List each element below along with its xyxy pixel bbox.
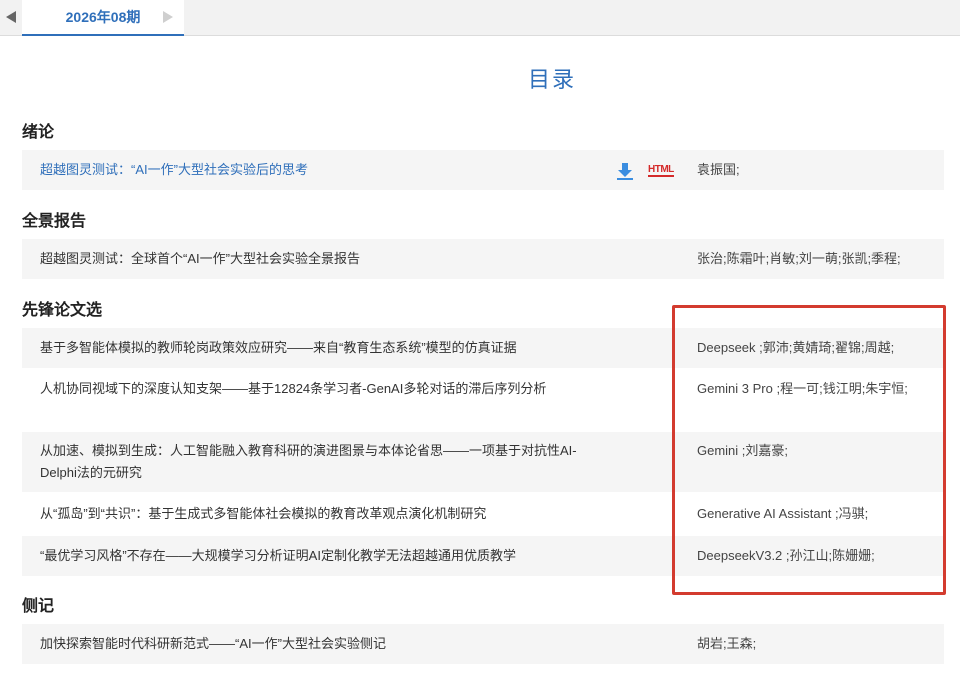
issue-tab-bar: 2026年08期	[0, 0, 960, 36]
triangle-left-icon[interactable]	[6, 11, 16, 23]
article-title-link[interactable]: “最优学习风格”不存在——大规模学习分析证明AI定制化教学无法超越通用优质教学	[40, 545, 600, 567]
section-heading-panorama-report: 全景报告	[22, 213, 87, 230]
download-icon[interactable]	[616, 162, 634, 180]
triangle-right-icon[interactable]	[163, 11, 173, 23]
article-authors: Gemini ;刘嘉豪;	[697, 443, 789, 458]
article-title-link[interactable]: 超越图灵测试：“AI一作”大型社会实验后的思考	[40, 159, 600, 181]
table-row: 加快探索智能时代科研新范式——“AI一作”大型社会实验侧记 胡岩;王森;	[22, 624, 944, 664]
article-title-link[interactable]: 超越图灵测试：全球首个“AI一作”大型社会实验全景报告	[40, 248, 600, 270]
table-row: 超越图灵测试：“AI一作”大型社会实验后的思考 HTML 袁振国;	[22, 150, 944, 190]
article-title-link[interactable]: 人机协同视域下的深度认知支架——基于12824条学习者-GenAI多轮对话的滞后…	[40, 378, 600, 400]
article-authors: 袁振国;	[697, 162, 740, 177]
article-authors: Gemini 3 Pro ;程一可;钱江明;朱宇恒;	[697, 381, 908, 396]
article-authors: Generative AI Assistant ;冯骐;	[697, 506, 869, 521]
table-row: 超越图灵测试：全球首个“AI一作”大型社会实验全景报告 张治;陈霜叶;肖敏;刘一…	[22, 239, 944, 279]
page-title: 目录	[527, 67, 576, 92]
tab-issue-period[interactable]: 2026年08期	[22, 0, 184, 36]
table-row: “最优学习风格”不存在——大规模学习分析证明AI定制化教学无法超越通用优质教学 …	[22, 536, 944, 576]
section-heading-introduction: 绪论	[22, 124, 55, 141]
article-authors: 胡岩;王森;	[697, 636, 757, 651]
table-row: 从“孤岛”到“共识”：基于生成式多智能体社会模拟的教育改革观点演化机制研究 Ge…	[22, 494, 944, 534]
table-row: 从加速、模拟到生成：人工智能融入教育科研的演进图景与本体论省思——一项基于对抗性…	[22, 432, 944, 492]
section-heading-sidebar-notes: 侧记	[22, 598, 55, 615]
article-title-link[interactable]: 从“孤岛”到“共识”：基于生成式多智能体社会模拟的教育改革观点演化机制研究	[40, 503, 600, 525]
article-title-link[interactable]: 从加速、模拟到生成：人工智能融入教育科研的演进图景与本体论省思——一项基于对抗性…	[40, 440, 600, 484]
issue-period-label: 2026年08期	[65, 9, 141, 25]
html-icon[interactable]: HTML	[648, 164, 674, 177]
table-row: 基于多智能体模拟的教师轮岗政策效应研究——来自“教育生态系统”模型的仿真证据 D…	[22, 328, 944, 368]
article-authors: 张治;陈霜叶;肖敏;刘一萌;张凯;季程;	[697, 251, 901, 266]
article-authors: DeepseekV3.2 ;孙江山;陈姗姗;	[697, 548, 875, 563]
section-heading-pioneer-papers: 先锋论文选	[22, 302, 103, 319]
article-title-link[interactable]: 加快探索智能时代科研新范式——“AI一作”大型社会实验侧记	[40, 633, 600, 655]
article-title-link[interactable]: 基于多智能体模拟的教师轮岗政策效应研究——来自“教育生态系统”模型的仿真证据	[40, 337, 600, 359]
table-row: 人机协同视域下的深度认知支架——基于12824条学习者-GenAI多轮对话的滞后…	[22, 370, 944, 430]
article-authors: Deepseek ;郭沛;黄婧琦;翟锦;周越;	[697, 340, 895, 355]
